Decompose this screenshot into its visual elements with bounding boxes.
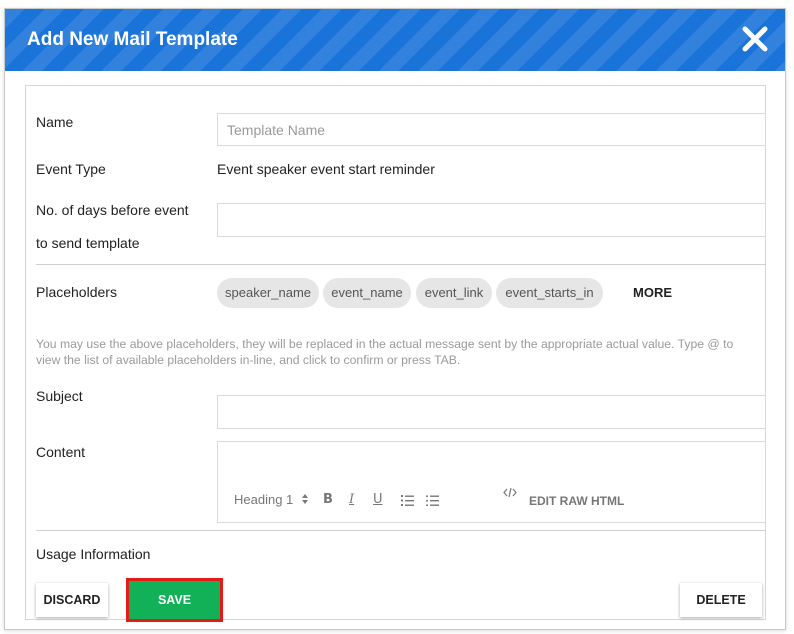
edit-raw-html-button[interactable]: EDIT RAW HTML: [529, 494, 624, 508]
content-label: Content: [36, 444, 86, 460]
usage-information-label: Usage Information: [36, 546, 151, 562]
divider: [36, 264, 766, 265]
heading-select-label: Heading 1: [234, 492, 294, 507]
italic-button[interactable]: I: [349, 492, 354, 507]
ordered-list-icon: [401, 495, 414, 506]
content-editor[interactable]: Heading 1 B I U EDIT RAW HTML: [217, 441, 766, 523]
delete-button[interactable]: DELETE: [680, 583, 762, 617]
name-label: Name: [36, 114, 74, 130]
code-button[interactable]: [503, 486, 517, 501]
modal-header: Add New Mail Template: [5, 9, 785, 71]
discard-button[interactable]: DISCARD: [36, 583, 108, 617]
form-container: Name Event Type Event speaker event star…: [25, 85, 766, 622]
placeholder-chip-event-link[interactable]: event_link: [416, 278, 492, 308]
bold-button[interactable]: B: [323, 492, 333, 507]
subject-label: Subject: [36, 388, 83, 404]
heading-select[interactable]: Heading 1: [234, 492, 309, 507]
placeholders-label: Placeholders: [36, 284, 117, 300]
days-before-label-line2: to send template: [36, 235, 140, 251]
placeholder-help-text: You may use the above placeholders, they…: [36, 337, 734, 367]
days-before-input[interactable]: [217, 203, 766, 237]
divider: [36, 530, 766, 531]
code-icon: [503, 487, 517, 498]
underline-button[interactable]: U: [373, 492, 383, 507]
select-arrows-icon: [301, 494, 308, 504]
ordered-list-button[interactable]: [401, 494, 414, 509]
more-placeholders-button[interactable]: MORE: [633, 285, 672, 300]
event-type-label: Event Type: [36, 161, 106, 177]
close-button[interactable]: [739, 23, 771, 55]
save-button[interactable]: SAVE: [129, 581, 220, 619]
template-name-input[interactable]: [217, 113, 766, 146]
bullet-list-icon: [426, 495, 439, 507]
subject-input[interactable]: [217, 395, 766, 429]
event-type-value: Event speaker event start reminder: [217, 161, 435, 177]
placeholder-chip-event-name[interactable]: event_name: [323, 278, 411, 308]
placeholder-chip-event-starts-in[interactable]: event_starts_in: [496, 278, 603, 308]
add-mail-template-modal: Add New Mail Template Name Event Type Ev…: [4, 8, 786, 630]
placeholder-chip-speaker-name[interactable]: speaker_name: [217, 278, 319, 308]
modal-title: Add New Mail Template: [27, 29, 238, 50]
close-icon: [742, 26, 768, 52]
days-before-label-line1: No. of days before event: [36, 202, 189, 218]
bullet-list-button[interactable]: [426, 494, 439, 509]
